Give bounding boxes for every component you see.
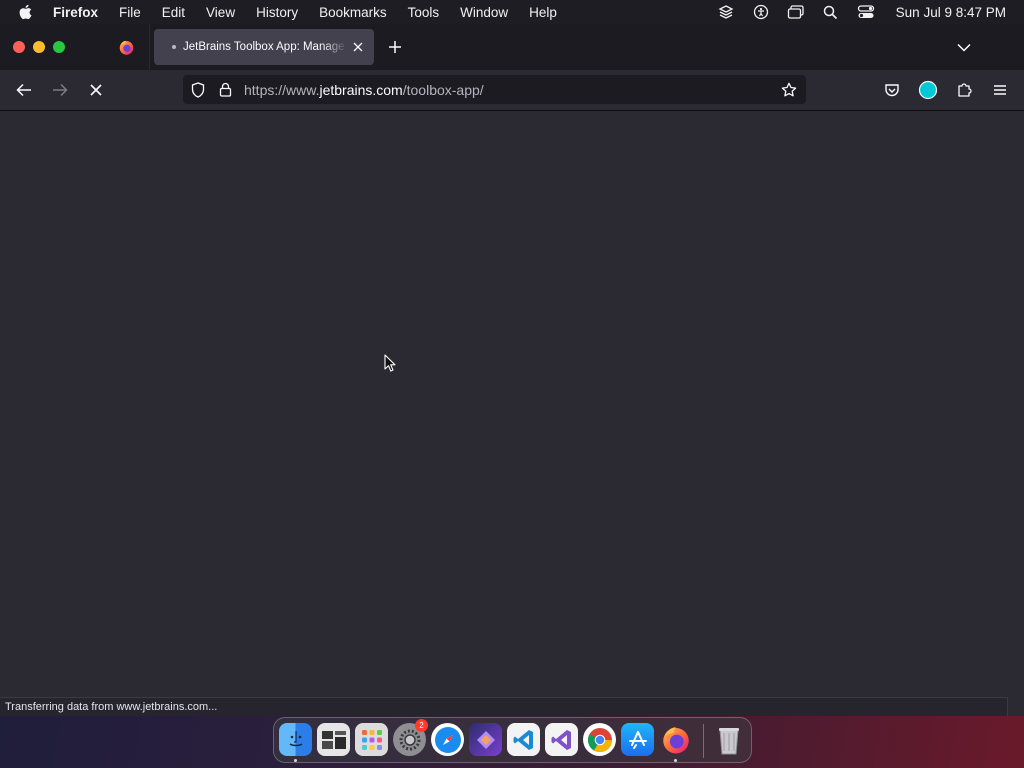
window-zoom-button[interactable] bbox=[53, 41, 65, 53]
url-host: jetbrains.com bbox=[319, 82, 403, 98]
stop-loading-button[interactable] bbox=[86, 80, 106, 100]
apple-icon[interactable] bbox=[18, 4, 34, 20]
pocket-button[interactable] bbox=[882, 80, 902, 100]
mouse-cursor-icon bbox=[384, 354, 396, 372]
tab-jetbrains-toolbox[interactable]: JetBrains Toolbox App: Manage bbox=[154, 29, 374, 65]
firefox-icon bbox=[119, 40, 133, 55]
arrow-right-icon bbox=[53, 83, 68, 97]
system-settings-icon[interactable]: 2 bbox=[393, 719, 428, 756]
window-close-button[interactable] bbox=[13, 41, 25, 53]
menu-window[interactable]: Window bbox=[460, 5, 508, 20]
back-button[interactable] bbox=[14, 80, 34, 100]
address-bar[interactable]: https://www.jetbrains.com/toolbox-app/ bbox=[183, 75, 806, 104]
tab-separator bbox=[149, 24, 150, 70]
chevron-down-icon bbox=[957, 43, 971, 52]
tracking-protection-shield-icon[interactable] bbox=[189, 81, 206, 98]
vscode-icon[interactable] bbox=[507, 723, 540, 756]
launchpad-icon[interactable] bbox=[355, 723, 388, 756]
menu-view[interactable]: View bbox=[206, 5, 235, 20]
app-menu-button[interactable] bbox=[990, 80, 1010, 100]
affinity-icon[interactable] bbox=[469, 723, 502, 756]
dock: 2 bbox=[273, 717, 752, 763]
visual-studio-icon[interactable] bbox=[545, 723, 578, 756]
tab-strip: JetBrains Toolbox App: Manage bbox=[0, 24, 1024, 70]
url-text[interactable]: https://www.jetbrains.com/toolbox-app/ bbox=[244, 82, 484, 98]
window-minimize-button[interactable] bbox=[33, 41, 45, 53]
puzzle-icon bbox=[958, 83, 972, 97]
control-center-icon[interactable] bbox=[857, 3, 875, 21]
screen-mirroring-icon[interactable] bbox=[787, 3, 805, 21]
menu-bookmarks[interactable]: Bookmarks bbox=[319, 5, 387, 20]
menu-file[interactable]: File bbox=[119, 5, 141, 20]
settings-notification-badge: 2 bbox=[415, 719, 428, 732]
menubar-clock[interactable]: Sun Jul 9 8:47 PM bbox=[896, 5, 1006, 20]
browser-window: JetBrains Toolbox App: Manage https://ww… bbox=[0, 24, 1024, 716]
tab-close-icon[interactable] bbox=[350, 39, 366, 55]
layers-icon[interactable] bbox=[717, 3, 735, 21]
new-tab-button[interactable] bbox=[386, 38, 404, 56]
arrow-left-icon bbox=[16, 83, 31, 97]
tab-loading-indicator bbox=[172, 45, 176, 49]
account-button[interactable] bbox=[918, 80, 938, 100]
spotlight-search-icon[interactable] bbox=[822, 3, 840, 21]
hamburger-menu-icon bbox=[994, 85, 1006, 95]
menu-history[interactable]: History bbox=[256, 5, 298, 20]
safari-icon[interactable] bbox=[431, 723, 464, 756]
dock-separator bbox=[703, 724, 704, 758]
pocket-icon bbox=[885, 83, 899, 96]
menu-edit[interactable]: Edit bbox=[162, 5, 185, 20]
navigation-toolbar: https://www.jetbrains.com/toolbox-app/ bbox=[0, 70, 1024, 110]
finder-icon[interactable] bbox=[279, 723, 312, 756]
trash-icon[interactable] bbox=[712, 723, 745, 756]
status-panel: Transferring data from www.jetbrains.com… bbox=[0, 697, 1008, 716]
screenshot-icon[interactable] bbox=[317, 723, 350, 756]
finder-running-indicator bbox=[294, 759, 297, 762]
firefox-running-indicator bbox=[674, 759, 677, 762]
plus-icon bbox=[389, 41, 401, 53]
close-icon bbox=[90, 84, 102, 96]
pinned-tab-firefox[interactable] bbox=[106, 30, 146, 64]
page-content-area[interactable] bbox=[0, 111, 1024, 716]
app-store-icon[interactable] bbox=[621, 723, 654, 756]
status-text: Transferring data from www.jetbrains.com… bbox=[5, 701, 218, 713]
account-avatar-icon bbox=[918, 80, 938, 100]
bookmark-star-icon[interactable] bbox=[780, 81, 797, 98]
url-prefix: https://www. bbox=[244, 82, 320, 98]
forward-button[interactable] bbox=[50, 80, 70, 100]
lock-icon[interactable] bbox=[217, 81, 234, 98]
menu-app-firefox[interactable]: Firefox bbox=[53, 5, 98, 20]
list-all-tabs-button[interactable] bbox=[955, 38, 973, 56]
menu-bar: Firefox File Edit View History Bookmarks… bbox=[0, 0, 1024, 24]
accessibility-icon[interactable] bbox=[752, 3, 770, 21]
firefox-dock-icon[interactable] bbox=[659, 723, 692, 756]
menu-tools[interactable]: Tools bbox=[408, 5, 440, 20]
tab-title: JetBrains Toolbox App: Manage bbox=[183, 41, 345, 53]
chrome-icon[interactable] bbox=[583, 723, 616, 756]
menu-help[interactable]: Help bbox=[529, 5, 557, 20]
extensions-button[interactable] bbox=[954, 80, 974, 100]
url-path: /toolbox-app/ bbox=[402, 82, 484, 98]
